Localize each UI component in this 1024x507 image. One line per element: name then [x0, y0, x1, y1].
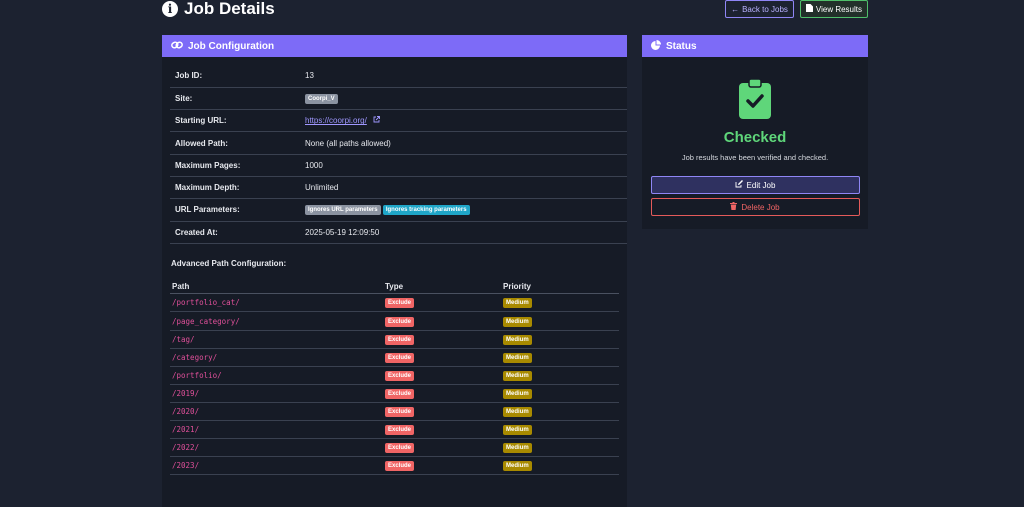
- path-row: /portfolio/Exclude Medium: [170, 366, 619, 385]
- row-max-pages: Maximum Pages: 1000: [170, 154, 627, 177]
- priority-badge: Medium: [503, 461, 532, 472]
- site-badge: Coorpi_V: [305, 93, 338, 104]
- type-badge: Exclude: [385, 370, 415, 381]
- path-row: /2020/Exclude Medium: [170, 402, 619, 422]
- path-value: /category/: [170, 348, 383, 367]
- back-to-jobs-button[interactable]: ← Back to Jobs: [725, 0, 794, 18]
- paths-header-row: Path Type Priority: [170, 279, 619, 295]
- arrow-left-icon: ←: [731, 4, 740, 14]
- ignores-url-params-badge: Ignores URL parameters: [305, 205, 381, 216]
- edit-job-button[interactable]: Edit Job: [650, 176, 860, 194]
- type-badge: Exclude: [385, 443, 415, 454]
- max-pages-value: 1000: [305, 154, 627, 177]
- type-badge: Exclude: [385, 425, 415, 436]
- priority-badge: Medium: [503, 370, 532, 381]
- path-value: /tag/: [170, 330, 383, 349]
- priority-badge: Medium: [503, 352, 532, 363]
- status-value: Checked: [723, 129, 787, 146]
- path-row: /2021/Exclude Medium: [170, 420, 619, 440]
- path-value: /2021/: [170, 420, 383, 440]
- info-icon: i: [162, 1, 178, 17]
- job-configuration-card: Job Configuration Job ID: 13 Site: Coorp…: [162, 35, 627, 507]
- row-site: Site: Coorpi_V: [170, 87, 627, 111]
- max-depth-value: Unlimited: [305, 176, 627, 200]
- path-row: /2023/Exclude Medium: [170, 456, 619, 476]
- col-priority: Priority: [501, 279, 619, 295]
- path-value: /2022/: [170, 438, 383, 458]
- path-row: /category/Exclude Medium: [170, 348, 619, 367]
- path-value: /2019/: [170, 384, 383, 403]
- trash-icon: [730, 202, 738, 212]
- path-row: /page_category/Exclude Medium: [170, 311, 619, 331]
- pie-chart-icon: [651, 39, 661, 53]
- col-type: Type: [383, 279, 501, 295]
- external-link-icon[interactable]: [373, 116, 380, 125]
- priority-badge: Medium: [503, 443, 532, 454]
- path-row: /2019/Exclude Medium: [170, 384, 619, 403]
- page-title-text: Job Details: [184, 0, 275, 18]
- row-allowed-path: Allowed Path: None (all paths allowed): [170, 131, 627, 155]
- path-value: /2023/: [170, 456, 383, 476]
- paths-table: Path Type Priority /portfolio_cat/Exclud…: [170, 279, 619, 476]
- type-badge: Exclude: [385, 298, 415, 309]
- type-badge: Exclude: [385, 352, 415, 363]
- status-card: Status Checked Job results have been ver…: [642, 35, 868, 229]
- priority-badge: Medium: [503, 316, 532, 327]
- path-value: /portfolio_cat/: [170, 293, 383, 313]
- row-job-id: Job ID: 13: [170, 65, 627, 88]
- row-created-at: Created At: 2025-05-19 12:09:50: [170, 221, 627, 244]
- type-badge: Exclude: [385, 406, 415, 417]
- type-badge: Exclude: [385, 461, 415, 472]
- path-value: /page_category/: [170, 311, 383, 331]
- row-starting-url: Starting URL: https://coorpi.org/: [170, 109, 627, 133]
- col-path: Path: [170, 279, 383, 295]
- ignores-tracking-params-badge: Ignores tracking parameters: [382, 205, 470, 216]
- path-row: /tag/Exclude Medium: [170, 330, 619, 349]
- created-at-value: 2025-05-19 12:09:50: [305, 221, 627, 244]
- job-config-table: Job ID: 13 Site: Coorpi_V Starting URL: …: [170, 65, 627, 244]
- priority-badge: Medium: [503, 298, 532, 309]
- file-icon: [805, 4, 813, 14]
- page-title: i Job Details: [162, 0, 275, 22]
- priority-badge: Medium: [503, 406, 532, 417]
- row-max-depth: Maximum Depth: Unlimited: [170, 176, 627, 200]
- delete-job-button[interactable]: Delete Job: [650, 198, 860, 216]
- path-value: /2020/: [170, 402, 383, 422]
- path-row: /portfolio_cat/Exclude Medium: [170, 293, 619, 313]
- type-badge: Exclude: [385, 316, 415, 327]
- allowed-path-value: None (all paths allowed): [305, 131, 627, 155]
- link-icon: [171, 40, 183, 53]
- edit-icon: [735, 180, 743, 190]
- path-value: /portfolio/: [170, 366, 383, 385]
- status-header: Status: [642, 35, 868, 57]
- type-badge: Exclude: [385, 388, 415, 399]
- priority-badge: Medium: [503, 425, 532, 436]
- priority-badge: Medium: [503, 388, 532, 399]
- clipboard-check-icon: [739, 79, 771, 119]
- view-results-button[interactable]: View Results: [799, 0, 868, 18]
- status-description: Job results have been verified and check…: [681, 153, 829, 162]
- priority-badge: Medium: [503, 334, 532, 345]
- path-row: /2022/Exclude Medium: [170, 438, 619, 458]
- type-badge: Exclude: [385, 334, 415, 345]
- row-url-parameters: URL Parameters: Ignores URL parameters I…: [170, 198, 627, 222]
- top-actions: ← Back to Jobs View Results: [725, 0, 868, 18]
- starting-url-link[interactable]: https://coorpi.org/: [305, 116, 367, 125]
- job-id-value: 13: [305, 65, 627, 88]
- advanced-path-title: Advanced Path Configuration:: [171, 258, 287, 268]
- job-configuration-header: Job Configuration: [162, 35, 627, 57]
